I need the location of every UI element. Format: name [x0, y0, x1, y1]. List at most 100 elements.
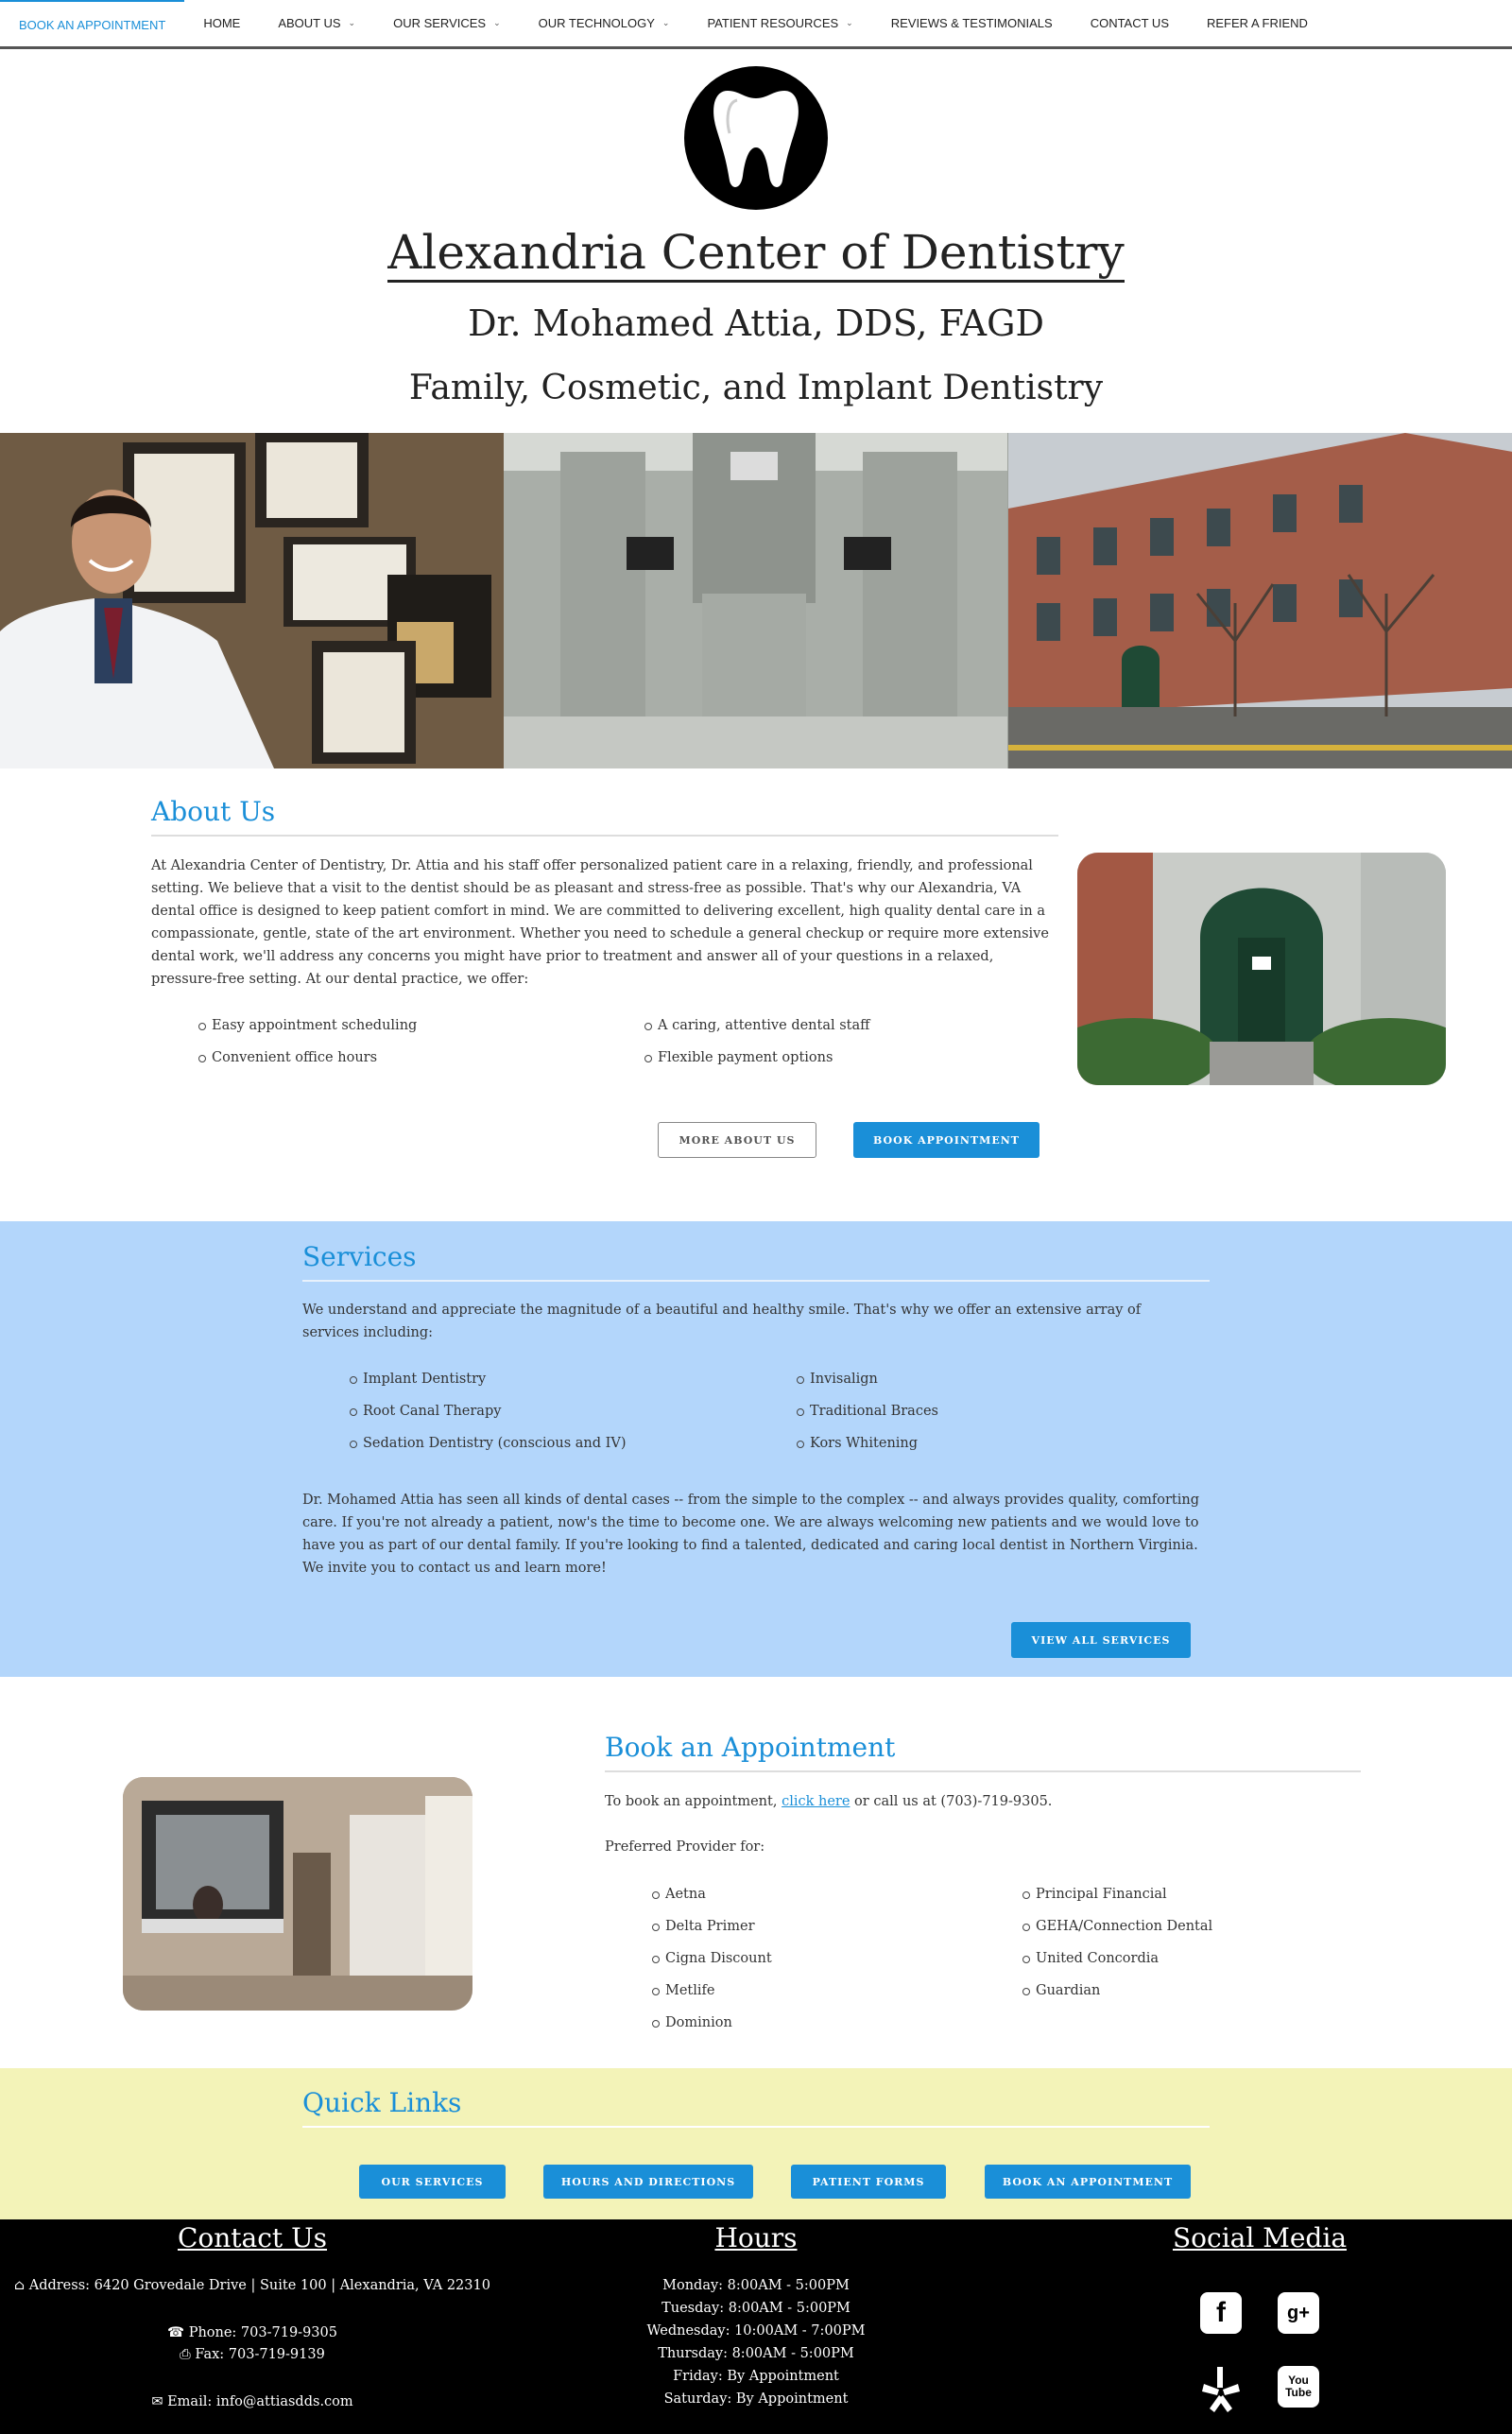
hours-tue: Tuesday: 8:00AM - 5:00PM — [662, 2301, 850, 2316]
about-list-left: Easy appointment scheduling Convenient o… — [198, 1010, 614, 1074]
contact-heading: Contact Us — [177, 2222, 328, 2253]
chevron-down-icon: ⌄ — [846, 18, 853, 27]
nav-label: CONTACT US — [1090, 16, 1169, 30]
chevron-down-icon: ⌄ — [493, 18, 501, 27]
hero-banner — [0, 433, 1512, 768]
about-heading: About Us — [151, 796, 1058, 837]
fax-text: Fax: 703-719-9139 — [195, 2347, 325, 2362]
chevron-down-icon: ⌄ — [348, 18, 356, 27]
phone-line: ☎ Phone: 703-719-9305 — [0, 2325, 505, 2340]
click-here-link[interactable]: click here — [782, 1794, 850, 1809]
list-item: Root Canal Therapy — [350, 1395, 765, 1427]
list-item: Implant Dentistry — [350, 1363, 765, 1395]
hours-wed: Wednesday: 10:00AM - 7:00PM — [646, 2323, 866, 2339]
nav-our-technology[interactable]: OUR TECHNOLOGY ⌄ — [539, 0, 670, 48]
list-item: Traditional Braces — [797, 1395, 1212, 1427]
services-list-left: Implant Dentistry Root Canal Therapy Sed… — [350, 1363, 765, 1459]
chevron-down-icon: ⌄ — [662, 18, 670, 27]
operatory-photo — [504, 433, 1008, 768]
about-text: At Alexandria Center of Dentistry, Dr. A… — [151, 858, 1049, 987]
book-text-before: To book an appointment, — [605, 1794, 782, 1809]
social-heading: Social Media — [1172, 2222, 1348, 2253]
patient-forms-button[interactable]: PATIENT FORMS — [791, 2165, 946, 2199]
list-item: Guardian — [1022, 1975, 1382, 2007]
list-item: GEHA/Connection Dental — [1022, 1910, 1382, 1942]
nav-refer-friend[interactable]: REFER A FRIEND — [1207, 0, 1308, 48]
home-icon: ⌂ — [14, 2278, 29, 2293]
nav-label: OUR TECHNOLOGY — [538, 16, 655, 30]
nav-label: PATIENT RESOURCES — [707, 16, 839, 30]
services-text: Dr. Mohamed Attia has seen all kinds of … — [302, 1493, 1200, 1576]
nav-label: REVIEWS & TESTIMONIALS — [890, 16, 1053, 30]
facebook-icon[interactable]: f — [1200, 2292, 1242, 2334]
tooth-logo-icon[interactable] — [684, 66, 828, 210]
yelp-icon[interactable] — [1200, 2365, 1242, 2412]
about-list-right: A caring, attentive dental staff Flexibl… — [644, 1010, 1060, 1074]
list-item: Delta Primer — [652, 1910, 1011, 1942]
book-an-appointment-button[interactable]: BOOK AN APPOINTMENT — [985, 2165, 1191, 2199]
hours-sat: Saturday: By Appointment — [663, 2391, 849, 2407]
list-item: Cigna Discount — [652, 1942, 1011, 1975]
list-item: Metlife — [652, 1975, 1011, 2007]
list-item: A caring, attentive dental staff — [644, 1010, 1060, 1042]
nav-label: BOOK AN APPOINTMENT — [19, 17, 166, 32]
list-item: Dominion — [652, 2007, 1011, 2039]
hours-thu: Thursday: 8:00AM - 5:00PM — [658, 2346, 854, 2361]
view-all-services-button[interactable]: VIEW ALL SERVICES — [1011, 1622, 1191, 1658]
list-item: Kors Whitening — [797, 1427, 1212, 1459]
envelope-icon: ✉ — [151, 2394, 168, 2409]
nav-patient-resources[interactable]: PATIENT RESOURCES ⌄ — [707, 0, 852, 48]
quick-links-heading: Quick Links — [302, 2087, 1210, 2128]
our-services-button[interactable]: OUR SERVICES — [359, 2165, 506, 2199]
nav-label: HOME — [203, 16, 241, 30]
youtube-icon[interactable]: You Tube — [1278, 2366, 1319, 2408]
nav-about-us[interactable]: ABOUT US ⌄ — [278, 0, 355, 48]
nav-home[interactable]: HOME — [203, 0, 240, 48]
list-item: Principal Financial — [1022, 1878, 1382, 1910]
building-photo — [1007, 433, 1512, 768]
services-heading: Services — [302, 1241, 1210, 1282]
address-line: ⌂ Address: 6420 Grovedale Drive | Suite … — [0, 2278, 505, 2293]
list-item: Flexible payment options — [644, 1042, 1060, 1074]
services-list-right: Invisalign Traditional Braces Kors White… — [797, 1363, 1212, 1459]
nav-our-services[interactable]: OUR SERVICES ⌄ — [393, 0, 501, 48]
more-about-us-button[interactable]: MORE ABOUT US — [658, 1122, 816, 1158]
entrance-photo — [1077, 853, 1446, 1085]
email-text[interactable]: Email: info@attiasdds.com — [167, 2394, 353, 2409]
hours-directions-button[interactable]: HOURS AND DIRECTIONS — [543, 2165, 753, 2199]
list-item: United Concordia — [1022, 1942, 1382, 1975]
nav-label: REFER A FRIEND — [1207, 16, 1308, 30]
google-plus-icon[interactable]: g+ — [1278, 2292, 1319, 2334]
nav-reviews[interactable]: REVIEWS & TESTIMONIALS — [891, 0, 1053, 48]
main-nav: BOOK AN APPOINTMENT HOME ABOUT US ⌄ OUR S… — [0, 0, 1512, 49]
list-item: Aetna — [652, 1878, 1011, 1910]
hours-mon: Monday: 8:00AM - 5:00PM — [662, 2278, 850, 2293]
nav-contact-us[interactable]: CONTACT US — [1091, 0, 1169, 48]
tagline: Family, Cosmetic, and Implant Dentistry — [408, 369, 1104, 407]
book-appointment-button[interactable]: BOOK APPOINTMENT — [853, 1122, 1040, 1158]
hours-fri: Friday: By Appointment — [673, 2369, 839, 2384]
list-item: Invisalign — [797, 1363, 1212, 1395]
fax-line: ⎙ Fax: 703-719-9139 — [0, 2347, 505, 2362]
book-text-after: or call us at (703)-719-9305. — [850, 1794, 1053, 1809]
doctor-name: Dr. Mohamed Attia, DDS, FAGD — [468, 302, 1044, 344]
fax-icon: ⎙ — [180, 2347, 196, 2362]
nav-label: ABOUT US — [278, 16, 341, 30]
book-heading: Book an Appointment — [605, 1732, 1361, 1772]
providers-list-left: Aetna Delta Primer Cigna Discount Metlif… — [652, 1878, 1011, 2039]
list-item: Convenient office hours — [198, 1042, 614, 1074]
list-item: Easy appointment scheduling — [198, 1010, 614, 1042]
book-text: To book an appointment, click here or ca… — [605, 1790, 1361, 1813]
email-line: ✉ Email: info@attiasdds.com — [0, 2394, 505, 2409]
practice-name[interactable]: Alexandria Center of Dentistry — [0, 225, 1512, 283]
services-intro: We understand and appreciate the magnitu… — [302, 1303, 1142, 1340]
phone-icon: ☎ — [167, 2325, 189, 2340]
providers-label: Preferred Provider for: — [605, 1839, 765, 1855]
nav-book-appointment[interactable]: BOOK AN APPOINTMENT — [0, 0, 185, 48]
address-text: Address: 6420 Grovedale Drive | Suite 10… — [28, 2278, 490, 2293]
nav-label: OUR SERVICES — [393, 16, 487, 30]
hours-heading: Hours — [714, 2222, 798, 2253]
list-item: Sedation Dentistry (conscious and IV) — [350, 1427, 765, 1459]
reception-photo — [123, 1777, 472, 2011]
phone-text: Phone: 703-719-9305 — [188, 2325, 337, 2340]
